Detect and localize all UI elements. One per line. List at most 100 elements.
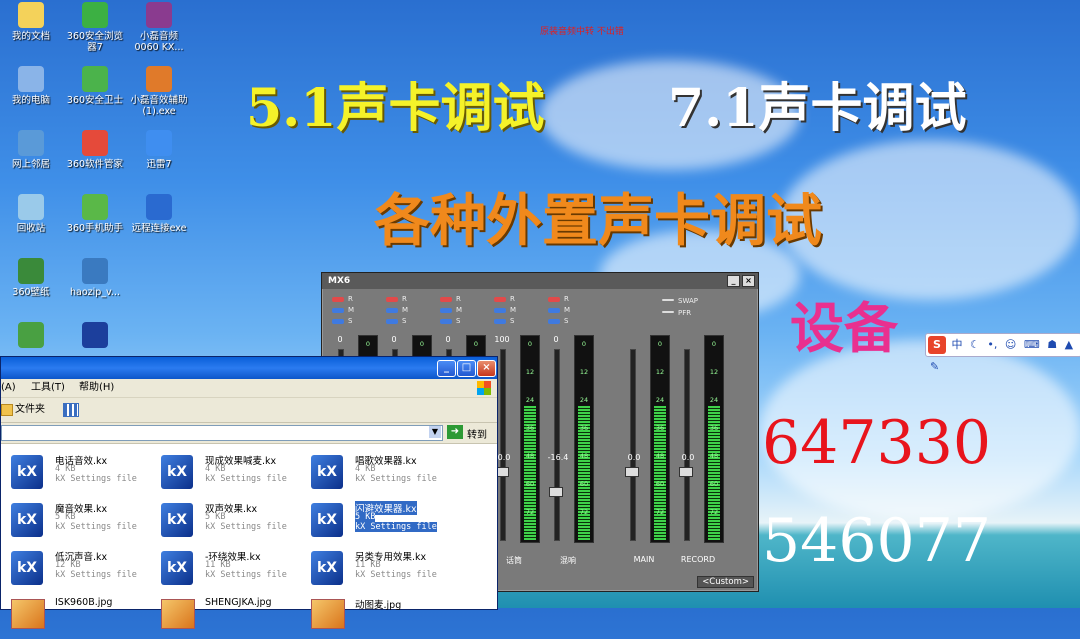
channel-mute-button[interactable] [332, 308, 344, 313]
file-item[interactable]: kX 闪避效果器.kx 5 KB kX Settings file [303, 499, 453, 543]
file-item[interactable]: kX -环绕效果.kx 11 KB kX Settings file [153, 547, 303, 591]
channel-mute-button[interactable] [548, 308, 560, 313]
user-icon[interactable]: ☗ [1047, 338, 1057, 351]
fader-knob[interactable] [679, 467, 693, 477]
desktop-icon-label: 360手机助手 [66, 223, 124, 234]
desktop-icon-360-browser[interactable]: 360安全浏览器7 [64, 2, 126, 53]
overlay-small-red: 原装音频中转 不出错 [540, 27, 624, 37]
minimize-button[interactable]: _ [437, 360, 456, 377]
file-item[interactable]: kX 另类专用效果.kx 11 KB kX Settings file [303, 547, 453, 591]
skin-icon[interactable]: ▲ [1065, 338, 1073, 351]
go-button[interactable]: 转到 [467, 426, 487, 441]
folder-icon[interactable] [1, 404, 13, 416]
pfr-indicator[interactable] [662, 311, 674, 313]
desktop-icon-kx[interactable] [64, 322, 126, 351]
file-item[interactable]: ISK960B.jpg [3, 595, 153, 639]
mixer-titlebar[interactable]: MX6 _ × [322, 273, 758, 289]
channel-top-value: 0 [337, 335, 343, 344]
desktop-icon-my-documents[interactable]: 我的文档 [0, 2, 62, 42]
sogou-logo-icon[interactable]: S [928, 336, 946, 354]
channel-solo-button[interactable] [440, 319, 452, 324]
channel-solo-button[interactable] [548, 319, 560, 324]
meter-tick-label: 36 [579, 424, 589, 432]
channel-record-button[interactable] [548, 297, 560, 302]
maximize-button[interactable]: □ [457, 360, 476, 377]
channel-record-button[interactable] [332, 297, 344, 302]
ime-mode-toggle[interactable]: 中 [952, 338, 963, 351]
fader-track[interactable] [630, 349, 636, 541]
fader-track[interactable] [684, 349, 690, 541]
channel-mute-button[interactable] [440, 308, 452, 313]
channel-solo-button[interactable] [332, 319, 344, 324]
go-arrow-icon[interactable]: ➜ [447, 425, 463, 439]
desktop-icon-shield[interactable] [0, 322, 62, 351]
keyboard-icon[interactable]: ⌨ [1024, 338, 1040, 351]
file-item[interactable]: kX 低沉声音.kx 12 KB kX Settings file [3, 547, 153, 591]
meter-tick-label: 60 [655, 480, 665, 488]
fader-knob[interactable] [625, 467, 639, 477]
folders-button[interactable]: 文件夹 [15, 398, 45, 422]
channel-mute-button[interactable] [386, 308, 398, 313]
close-button[interactable]: × [477, 360, 496, 377]
channel-record-button[interactable] [386, 297, 398, 302]
menu-item-tools[interactable]: 工具(T) [31, 379, 65, 397]
preset-selector[interactable]: <Custom> [697, 576, 754, 588]
close-button[interactable]: × [742, 275, 755, 287]
channel-solo-button[interactable] [386, 319, 398, 324]
ime-toolbar[interactable]: S 中 ☾ •, ☺ ⌨ ☗ ▲ ✎ [925, 333, 1080, 373]
kx-file-icon: kX [311, 503, 343, 537]
address-dropdown-icon[interactable]: ▼ [429, 426, 441, 438]
file-item[interactable]: 动图麦.jpg [303, 595, 453, 639]
channel-solo-button[interactable] [494, 319, 506, 324]
desktop-icon-360-safe[interactable]: 360安全卫士 [64, 66, 126, 106]
minimize-button[interactable]: _ [727, 275, 740, 287]
voice-icon[interactable]: ☺ [1005, 338, 1016, 351]
desktop-icon-audio-helper[interactable]: 小磊音效辅助(1).exe [128, 66, 190, 117]
led-label: M [402, 306, 409, 314]
file-size: 4 KB [55, 464, 76, 474]
file-item[interactable]: kX 魔音效果.kx 5 KB kX Settings file [3, 499, 153, 543]
address-input[interactable] [1, 425, 443, 441]
winrar-archive-icon [146, 2, 172, 28]
moon-icon[interactable]: ☾ [970, 338, 980, 351]
meter-tick-label: 48 [525, 452, 535, 460]
file-item[interactable]: kX 双声效果.kx 5 KB kX Settings file [153, 499, 303, 543]
channel-mute-button[interactable] [494, 308, 506, 313]
desktop-icon-360-mobile[interactable]: 360手机助手 [64, 194, 126, 234]
led-label: R [564, 295, 569, 303]
file-type: kX Settings file [55, 570, 137, 580]
channel-record-button[interactable] [440, 297, 452, 302]
menu-item-favorites[interactable]: (A) [1, 379, 16, 397]
file-size: 12 KB [55, 560, 81, 570]
meter-tick-label: 72 [709, 508, 719, 516]
desktop-icon-haozip[interactable]: haozip_v... [64, 258, 126, 298]
my-computer-icon [18, 66, 44, 92]
desktop-icon-teamviewer[interactable]: 远程连接exe [128, 194, 190, 234]
views-icon[interactable] [63, 403, 79, 417]
desktop-icon-recycle-bin[interactable]: 回收站 [0, 194, 62, 234]
channel-record-button[interactable] [494, 297, 506, 302]
file-item[interactable]: kX 现成效果喊麦.kx 4 KB kX Settings file [153, 451, 303, 495]
explorer-titlebar[interactable]: _ □ × [1, 357, 497, 379]
desktop-icon-my-computer[interactable]: 我的电脑 [0, 66, 62, 106]
file-size: 4 KB [205, 464, 226, 474]
desktop-icon-360-wallpaper[interactable]: 360壁纸 [0, 258, 62, 298]
desktop-icon-label: 360软件管家 [66, 159, 124, 170]
desktop-icon-360-software[interactable]: 360软件管家 [64, 130, 126, 170]
punctuation-icon[interactable]: •, [987, 338, 997, 351]
tools-icon[interactable]: ✎ [930, 360, 939, 373]
desktop-icon-thunder[interactable]: 迅雷7 [128, 130, 190, 170]
fader-track[interactable] [554, 349, 560, 541]
desktop-icon-winrar-archive[interactable]: 小磊音频0060 KX... [128, 2, 190, 53]
meter-tick-label: 0 [419, 340, 425, 348]
file-item[interactable]: SHENGJKA.jpg [153, 595, 303, 639]
file-item[interactable]: kX 唱歌效果器.kx 4 KB kX Settings file [303, 451, 453, 495]
file-item[interactable]: kX 电话音效.kx 4 KB kX Settings file [3, 451, 153, 495]
fader-knob[interactable] [549, 487, 563, 497]
swap-indicator[interactable] [662, 299, 674, 301]
menu-item-help[interactable]: 帮助(H) [79, 379, 114, 397]
fader-track[interactable] [500, 349, 506, 541]
led-label: S [456, 317, 461, 325]
desktop-icon-network[interactable]: 网上邻居 [0, 130, 62, 170]
explorer-window[interactable]: _ □ × (A) 工具(T) 帮助(H) 文件夹 ▼ ➜ 转到 kX 电话音效.… [0, 356, 498, 629]
